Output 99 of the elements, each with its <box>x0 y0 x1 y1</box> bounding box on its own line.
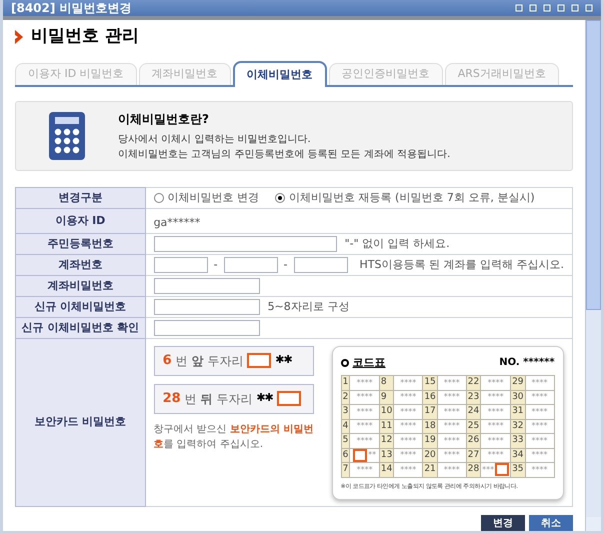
radio-label: 이체비밀번호 변경 <box>168 190 260 206</box>
code-value: *** <box>482 464 494 476</box>
code-value: **** <box>356 420 373 432</box>
row-label: 계좌번호 <box>16 254 146 276</box>
code-value: **** <box>444 420 460 432</box>
code-value: **** <box>356 376 373 389</box>
input-field[interactable] <box>154 278 260 294</box>
code-value: **** <box>532 464 548 476</box>
code-value: **** <box>444 391 460 404</box>
row-label: 계좌비밀번호 <box>16 276 146 296</box>
input-field[interactable] <box>154 236 337 252</box>
row-label: 신규 이체비밀번호 확인 <box>16 318 146 338</box>
row-label: 주민등록번호 <box>16 234 146 254</box>
code-value: **** <box>532 434 548 447</box>
code-value: **** <box>400 420 416 432</box>
hint-text: HTS이용등록 된 계좌를 입력해 주십시오. <box>360 256 564 273</box>
row-label: 변경구분 <box>16 188 146 208</box>
code-value: **** <box>488 376 504 389</box>
code-value: **** <box>488 434 504 447</box>
code-value: **** <box>400 434 416 447</box>
code-value: **** <box>488 391 504 404</box>
code-number: 15 <box>422 376 438 390</box>
input-field[interactable] <box>154 320 260 336</box>
code-value: **** <box>488 406 504 418</box>
input-field[interactable] <box>154 257 208 273</box>
prompt-text: 번 뒤 두자리 <box>184 390 252 408</box>
code-value: **** <box>400 391 416 404</box>
info-text: 당사에서 이체시 입력하는 비밀번호입니다. <box>118 133 312 147</box>
code-value: **** <box>400 406 416 418</box>
input-field[interactable] <box>154 299 260 315</box>
tab[interactable]: 공인인증비밀번호 <box>328 63 443 85</box>
masked-digits: ✱✱ <box>256 390 273 406</box>
code-value: **** <box>488 449 504 462</box>
card-number: 6 <box>162 352 172 370</box>
code-value: **** <box>444 449 460 462</box>
highlight-box <box>495 463 510 476</box>
code-value: **** <box>488 420 504 432</box>
tab[interactable]: ARS거래비밀번호 <box>444 63 559 85</box>
code-number: 22 <box>466 376 481 390</box>
digit-input[interactable] <box>276 391 301 406</box>
code-value: **** <box>532 391 548 404</box>
security-card-note: 창구에서 받으신 보안카드의 비밀번호를 입력하여 주십시오. <box>154 422 314 452</box>
row-label: 보안카드 비밀번호 <box>16 338 146 506</box>
prompt-text: 번 앞 두자리 <box>176 352 244 370</box>
code-value: **** <box>356 406 373 418</box>
separator-text: - <box>212 256 219 273</box>
code-value: **** <box>444 434 460 447</box>
window-title: [8402] 비밀번호변경 <box>11 0 132 17</box>
user-id-text: ga****** <box>154 216 200 229</box>
masked-digits: ✱✱ <box>275 352 292 368</box>
code-value: **** <box>444 464 460 476</box>
code-number: 3 <box>341 404 350 419</box>
code-value: **** <box>444 406 460 418</box>
card-number: 28 <box>162 390 181 408</box>
highlight-box <box>353 448 368 462</box>
code-number: 1 <box>341 376 350 390</box>
code-value: **** <box>356 464 373 476</box>
tab[interactable]: 계좌비밀번호 <box>138 63 231 85</box>
serial-text: NO. ****** <box>499 356 555 370</box>
code-value: **** <box>532 376 548 389</box>
code-value: **** <box>400 464 416 476</box>
radio-button[interactable] <box>154 193 164 203</box>
code-value: **** <box>532 420 548 432</box>
code-value: **** <box>532 449 548 462</box>
hint-text: "-" 없이 입력 하세요. <box>344 236 450 252</box>
digit-input[interactable] <box>247 353 272 368</box>
code-value: **** <box>532 406 548 418</box>
code-value: ** <box>368 449 376 462</box>
code-value: **** <box>356 434 373 447</box>
radio-label: 이체비밀번호 재등록 (비밀번호 7회 오류, 분실시) <box>289 190 535 206</box>
code-number: 2 <box>341 390 350 404</box>
code-number: 6 <box>341 448 350 462</box>
chevron-icon <box>15 30 23 44</box>
code-number: 8 <box>379 376 394 390</box>
tab[interactable]: 이체비밀번호 <box>232 61 327 87</box>
code-number: 7 <box>341 462 350 477</box>
code-number: 4 <box>341 419 350 434</box>
action-button[interactable]: 변경 <box>481 515 525 531</box>
code-number: 5 <box>341 434 350 448</box>
code-value: **** <box>400 376 416 389</box>
action-button[interactable]: 취소 <box>529 515 573 531</box>
separator-text: - <box>282 256 289 273</box>
input-field[interactable] <box>224 257 278 273</box>
scrollbar[interactable] <box>585 20 601 531</box>
row-label: 신규 이체비밀번호 <box>16 296 146 318</box>
code-number: 29 <box>510 376 526 390</box>
info-title: 이체비밀번호란? <box>118 111 210 128</box>
tab[interactable]: 이용자 ID 비밀번호 <box>15 63 137 85</box>
card-title: 코드표 <box>352 354 386 370</box>
code-value: **** <box>356 391 373 404</box>
info-text: 이체비밀번호는 고객님의 주민등록번호에 등록된 모든 계좌에 적용됩니다. <box>118 148 450 162</box>
hint-text: 5~8자리로 구성 <box>268 298 350 315</box>
radio-button[interactable] <box>275 193 286 203</box>
page-heading: 비밀번호 관리 <box>31 25 139 48</box>
code-value: **** <box>400 449 416 462</box>
calculator-icon <box>48 111 86 161</box>
input-field[interactable] <box>294 257 348 273</box>
row-label: 이용자 ID <box>16 208 146 234</box>
code-value: **** <box>444 376 460 389</box>
